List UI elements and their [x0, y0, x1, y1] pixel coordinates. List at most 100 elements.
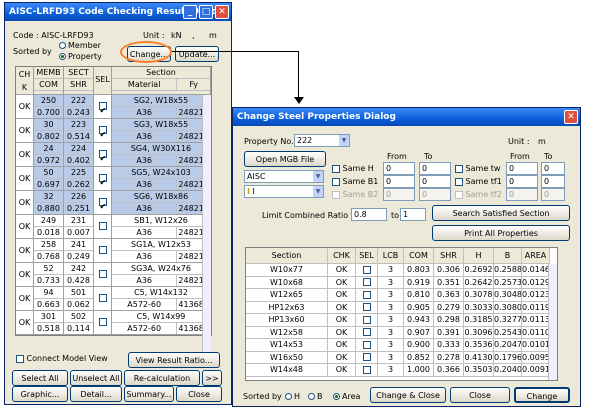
- tw-from-input[interactable]: 0: [506, 162, 538, 175]
- limit-to-input[interactable]: 1: [400, 208, 426, 221]
- row-sel-checkbox[interactable]: [356, 326, 378, 339]
- b1-to-input[interactable]: 0: [419, 175, 451, 188]
- sort-property-radio[interactable]: Property: [59, 52, 102, 61]
- row-sel-checkbox[interactable]: [356, 339, 378, 352]
- table-row[interactable]: OK 94 0.663 501 0.062 C5, W14x132 A572-60 41368…: [16, 287, 211, 311]
- same-tw-checkbox[interactable]: Same tw: [455, 164, 500, 173]
- row-b: 0.3048: [494, 289, 522, 302]
- row-sel-checkbox[interactable]: [94, 239, 112, 263]
- update-button[interactable]: Update...: [175, 46, 219, 62]
- table-row[interactable]: OK 52 0.733 242 0.428 SG3A, W24x76 A36 248211: [16, 263, 211, 287]
- database-select[interactable]: AISC: [244, 170, 324, 183]
- row-sel-checkbox[interactable]: [356, 351, 378, 364]
- left-close-button[interactable]: Close: [176, 386, 222, 402]
- right-scrollbar[interactable]: [548, 264, 557, 380]
- minimize-icon[interactable]: _: [183, 5, 197, 19]
- sort-h-radio[interactable]: H: [285, 392, 300, 401]
- close-icon[interactable]: ✕: [564, 110, 578, 124]
- unselect-all-button[interactable]: Unselect All: [70, 370, 122, 386]
- row-sel-checkbox[interactable]: [94, 311, 112, 335]
- same-tf1-checkbox[interactable]: Same tf1: [455, 177, 502, 186]
- sort-area-radio[interactable]: Area: [333, 392, 360, 401]
- more-button[interactable]: >>: [202, 370, 222, 386]
- row-sel-checkbox[interactable]: [356, 289, 378, 302]
- right-close-button[interactable]: Close: [450, 387, 510, 403]
- header-sel[interactable]: SEL: [356, 248, 378, 264]
- table-row[interactable]: W14x53 OK 3 0.900 0.333 0.3536 0.2047 0.0101: [246, 339, 557, 352]
- search-satisfied-button[interactable]: Search Satisfied Section: [432, 205, 570, 221]
- header-area[interactable]: AREA: [522, 248, 550, 264]
- row-sel-checkbox[interactable]: [356, 314, 378, 327]
- header-com[interactable]: COM: [404, 248, 434, 264]
- header-chk[interactable]: CHK: [328, 248, 356, 264]
- right-unit-value: m: [538, 137, 546, 146]
- table-row[interactable]: OK2500.7002220.243SG2, W18x55A36248211: [16, 95, 211, 119]
- header-shr[interactable]: SHR: [434, 248, 464, 264]
- table-row[interactable]: OK300.8022230.514SG3, W18x55A36248211: [16, 119, 211, 143]
- table-row[interactable]: OK 249 0.018 231 0.007 SB1, W12x26 A36 248211: [16, 215, 211, 239]
- table-row[interactable]: OK 258 0.768 241 0.249 SG1A, W12x53 A36 248211: [16, 239, 211, 263]
- table-row[interactable]: OK320.8802260.251SG6, W18x86A36248211: [16, 191, 211, 215]
- same-tf2-checkbox[interactable]: Same tf2: [455, 190, 502, 199]
- sort-b-radio[interactable]: B: [308, 392, 323, 401]
- b1-from-input[interactable]: 0: [383, 175, 415, 188]
- row-sel-checkbox[interactable]: [94, 263, 112, 287]
- h-from-input[interactable]: 0: [383, 162, 415, 175]
- tf1-to-input[interactable]: 0: [541, 175, 565, 188]
- same-h-checkbox[interactable]: Same H: [332, 164, 374, 173]
- header-section[interactable]: Section: [246, 248, 328, 264]
- detail-button[interactable]: Detail...: [70, 386, 122, 402]
- change-close-button[interactable]: Change & Close: [370, 387, 446, 403]
- row-sel-checkbox[interactable]: [94, 167, 112, 191]
- table-row[interactable]: W14x48 OK 3 1.000 0.366 0.3503 0.2040 0.0091: [246, 364, 557, 377]
- row-sel-checkbox[interactable]: [94, 119, 112, 143]
- header-h[interactable]: H: [464, 248, 494, 264]
- header-lcb[interactable]: LCB: [378, 248, 404, 264]
- header-b[interactable]: B: [494, 248, 522, 264]
- table-row[interactable]: OK500.6972250.262SG5, W24x103A36248211: [16, 167, 211, 191]
- tw-to-input[interactable]: 0: [541, 162, 565, 175]
- row-sel-checkbox[interactable]: [356, 264, 378, 277]
- same-b2-checkbox[interactable]: Same B2: [332, 190, 378, 199]
- row-sel-checkbox[interactable]: [356, 301, 378, 314]
- open-mgb-button[interactable]: Open MGB File: [244, 151, 326, 167]
- maximize-icon[interactable]: □: [199, 5, 213, 19]
- sort-member-radio[interactable]: Member: [59, 41, 101, 50]
- row-sel-checkbox[interactable]: [94, 215, 112, 239]
- table-row[interactable]: W12x65 OK 3 0.810 0.363 0.3078 0.3048 0.0123: [246, 289, 557, 302]
- row-sel-checkbox[interactable]: [94, 191, 112, 215]
- tf2-to-input[interactable]: 0: [541, 188, 565, 201]
- print-all-button[interactable]: Print All Properties: [432, 225, 570, 241]
- select-all-button[interactable]: Select All: [12, 370, 68, 386]
- summary-button[interactable]: Summary...: [124, 386, 174, 402]
- change-apply-button[interactable]: Change: [514, 387, 570, 403]
- row-sel-checkbox[interactable]: [94, 287, 112, 311]
- row-sel-checkbox[interactable]: [356, 276, 378, 289]
- table-row[interactable]: HP12x63 OK 3 0.905 0.279 0.3033 0.3080 0.0119: [246, 301, 557, 314]
- shape-select[interactable]: Ⅰ I: [244, 185, 324, 198]
- table-row[interactable]: OK 301 0.518 502 0.114 C5, W14x99 A572-60 41368…: [16, 311, 211, 335]
- tf1-from-input[interactable]: 0: [506, 175, 538, 188]
- recalculation-button[interactable]: Re-calculation: [124, 370, 200, 386]
- tf2-from-input[interactable]: 0: [506, 188, 538, 201]
- row-sel-checkbox[interactable]: [94, 95, 112, 119]
- table-row[interactable]: HP13x60 OK 3 0.943 0.298 0.3185 0.3277 0.0113: [246, 314, 557, 327]
- table-row[interactable]: W16x50 OK 3 0.852 0.278 0.4130 0.1796 0.0095: [246, 351, 557, 364]
- view-result-ratio-button[interactable]: View Result Ratio...: [128, 352, 220, 368]
- h-to-input[interactable]: 0: [419, 162, 451, 175]
- table-row[interactable]: W10x68 OK 3 0.919 0.351 0.2642 0.2573 0.0129: [246, 276, 557, 289]
- same-b1-checkbox[interactable]: Same B1: [332, 177, 378, 186]
- table-row[interactable]: OK240.9722240.402SG4, W30X116A36248211: [16, 143, 211, 167]
- limit-from-input[interactable]: 0.8: [351, 208, 387, 221]
- property-no-select[interactable]: 222: [294, 134, 350, 147]
- b2-from-input[interactable]: 0: [383, 188, 415, 201]
- table-row[interactable]: W12x58 OK 3 0.907 0.391 0.3096 0.2543 0.0110: [246, 326, 557, 339]
- close-icon[interactable]: ✕: [215, 5, 229, 19]
- b2-to-input[interactable]: 0: [419, 188, 451, 201]
- table-row[interactable]: W10x77 OK 3 0.803 0.306 0.2692 0.2588 0.0146: [246, 264, 557, 277]
- row-sel-checkbox[interactable]: [94, 143, 112, 167]
- row-sel-checkbox[interactable]: [356, 364, 378, 377]
- connect-model-view-checkbox[interactable]: Connect Model View: [16, 354, 108, 363]
- graphic-button[interactable]: Graphic...: [12, 386, 68, 402]
- left-scrollbar[interactable]: [202, 95, 211, 357]
